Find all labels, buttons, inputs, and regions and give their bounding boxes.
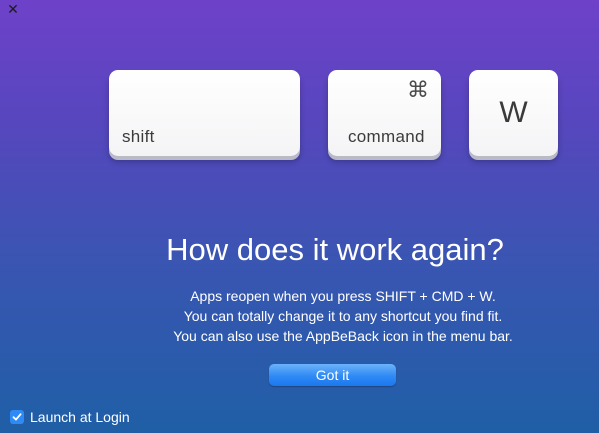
command-icon: ⌘: [407, 78, 429, 103]
description: Apps reopen when you press SHIFT + CMD +…: [0, 286, 599, 346]
command-key: ⌘ command: [328, 70, 441, 156]
got-it-button[interactable]: Got it: [269, 364, 396, 386]
close-icon[interactable]: ✕: [5, 2, 21, 18]
headline: How does it work again?: [166, 232, 504, 267]
description-line-1: Apps reopen when you press SHIFT + CMD +…: [190, 288, 496, 304]
checkbox-checked-icon[interactable]: [10, 410, 24, 424]
launch-at-login-checkbox[interactable]: Launch at Login: [10, 408, 130, 426]
shift-key: shift: [109, 70, 300, 156]
shift-key-label: shift: [122, 127, 155, 146]
launch-at-login-label: Launch at Login: [30, 409, 130, 425]
description-line-2: You can totally change it to any shortcu…: [183, 308, 503, 324]
w-key-label: W: [499, 96, 528, 129]
command-key-label: command: [348, 127, 425, 146]
description-line-3: You can also use the AppBeBack icon in t…: [173, 328, 513, 344]
w-key: W: [469, 70, 558, 156]
